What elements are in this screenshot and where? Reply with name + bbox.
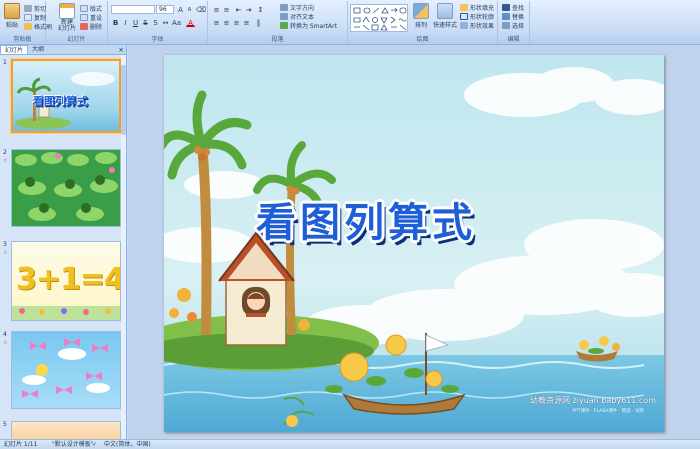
slide-editing-area: 看图列算式 幼教资源网 ziyuan.baby611.com PPT课件 · F… <box>128 45 700 439</box>
smartart-icon <box>280 22 288 29</box>
new-slide-icon <box>59 3 75 19</box>
quick-styles-icon <box>437 3 453 19</box>
tab-outline[interactable]: 大纲 <box>28 45 48 54</box>
reset-button[interactable]: 重设 <box>80 13 102 22</box>
paste-icon <box>4 3 20 19</box>
delete-icon <box>80 23 88 30</box>
drawing-label: 绘图 <box>416 36 429 43</box>
animation-star-icon: ☆ <box>3 250 8 256</box>
slides-label: 幻灯片 <box>67 36 86 43</box>
slide-count: 幻灯片 1/11 <box>4 441 38 448</box>
align-left-button[interactable]: ≡ <box>212 18 221 27</box>
slide-title[interactable]: 看图列算式 <box>256 190 476 248</box>
language-status: 中文(简体，中国) <box>104 441 151 448</box>
spacing-button[interactable]: ↔ <box>161 18 170 27</box>
pane-scrollbar[interactable] <box>121 55 126 439</box>
font-size-combo[interactable]: 96 <box>156 5 174 14</box>
replace-icon <box>502 13 510 20</box>
shape-fill-button[interactable]: 形状填充 <box>460 3 494 12</box>
shape-outline-button[interactable]: 形状轮廓 <box>460 12 494 21</box>
cut-button[interactable]: 剪切 <box>24 4 46 13</box>
watermark-subtext: PPT课件 · FLASH课件 · 教案 · 试卷 <box>572 409 644 414</box>
theme-name: "默认设计模板" <box>52 441 94 448</box>
thumbnail-2-art <box>12 150 120 226</box>
grow-font-button[interactable]: A <box>176 5 185 14</box>
pane-tabs: 幻灯片 大纲 × <box>0 45 126 55</box>
animation-star-icon: ☆ <box>3 158 8 164</box>
copy-button[interactable]: 复制 <box>24 13 46 22</box>
thumbnail-3-flowers <box>12 306 120 320</box>
select-button[interactable]: 选择 <box>502 21 524 30</box>
line-spacing-button[interactable]: ↕ <box>256 5 265 14</box>
spellcheck-icon: ✓ <box>92 441 98 448</box>
font-color-button[interactable]: A <box>186 18 195 27</box>
fill-icon <box>460 4 468 11</box>
arrange-icon <box>413 3 429 19</box>
animation-star-icon: ☆ <box>3 340 8 346</box>
text-direction-icon <box>280 4 288 11</box>
text-direction-button[interactable]: 文字方向 <box>280 3 314 12</box>
find-button[interactable]: 查找 <box>502 3 524 12</box>
layout-button[interactable]: 版式 <box>80 4 102 13</box>
numbering-button[interactable]: ≡ <box>222 5 231 14</box>
delete-slide-button[interactable]: 删除 <box>80 22 102 31</box>
shapes-gallery[interactable] <box>350 4 408 32</box>
current-slide[interactable]: 看图列算式 幼教资源网 ziyuan.baby611.com PPT课件 · F… <box>164 55 664 432</box>
slides-group: 新建 幻灯片 版式 重设 删除 幻灯片 <box>46 1 108 44</box>
pane-scroll-thumb[interactable] <box>121 65 126 135</box>
paste-button[interactable]: 粘贴 <box>1 3 23 29</box>
quick-styles-button[interactable]: 快速样式 <box>432 3 458 29</box>
thumbnail-4-art <box>22 338 110 398</box>
change-case-button[interactable]: Aa <box>171 18 181 27</box>
drawing-group: 排列 快速样式 形状填充 形状轮廓 形状效果 绘图 <box>348 1 498 44</box>
italic-button[interactable]: I <box>121 18 130 27</box>
shadow-button[interactable]: S <box>151 18 160 27</box>
bullets-button[interactable]: ≡ <box>212 5 221 14</box>
decrease-indent-button[interactable]: ⇤ <box>234 5 243 14</box>
smartart-button[interactable]: 转换为 SmartArt <box>280 21 337 30</box>
effects-icon <box>460 22 468 29</box>
align-text-icon <box>280 13 288 20</box>
bold-button[interactable]: B <box>111 18 120 27</box>
clipboard-label: 剪贴板 <box>13 36 32 43</box>
columns-button[interactable]: ‖ <box>254 18 263 27</box>
close-icon[interactable]: × <box>118 45 124 54</box>
shape-effects-button[interactable]: 形状效果 <box>460 21 494 30</box>
reset-icon <box>80 14 88 21</box>
font-group: 96 A A ⌫ B I U S S ↔ Aa A 字体 <box>108 1 208 44</box>
slide-pane: 幻灯片 大纲 × 1 看图列算式 2 ☆ 3 ☆ 3+1=4 4 ☆ 5 <box>0 45 127 441</box>
scissors-icon <box>24 5 32 12</box>
underline-button[interactable]: U <box>131 18 140 27</box>
strikethrough-button[interactable]: S <box>141 18 150 27</box>
shrink-font-button[interactable]: A <box>185 5 194 14</box>
align-right-button[interactable]: ≡ <box>232 18 241 27</box>
justify-button[interactable]: ≡ <box>242 18 251 27</box>
font-name-combo[interactable] <box>111 5 155 14</box>
clipboard-group: 粘贴 剪切 复制 格式刷 剪贴板 <box>0 1 52 44</box>
outline-icon <box>460 13 468 20</box>
increase-indent-button[interactable]: ⇥ <box>244 5 253 14</box>
paragraph-label: 段落 <box>271 36 284 43</box>
tab-slides[interactable]: 幻灯片 <box>0 45 29 54</box>
arrange-button[interactable]: 排列 <box>410 3 432 29</box>
thumbnail-1-title: 看图列算式 <box>33 95 88 108</box>
paragraph-group: ≡ ≡ ⇤ ⇥ ↕ ≡ ≡ ≡ ≡ ‖ 文字方向 对齐文本 转换为 SmartA… <box>208 1 348 44</box>
layout-icon <box>80 5 88 12</box>
align-text-button[interactable]: 对齐文本 <box>280 12 314 21</box>
watermark-text: 幼教资源网 ziyuan.baby611.com <box>530 396 656 405</box>
binoculars-icon <box>502 4 510 11</box>
thumbnail-3-equation: 3+1=4 <box>16 262 121 297</box>
align-center-button[interactable]: ≡ <box>222 18 231 27</box>
editing-label: 编辑 <box>507 36 520 43</box>
ribbon: 粘贴 剪切 复制 格式刷 剪贴板 新建 幻灯片 版式 重设 删除 幻灯片 96 … <box>0 0 700 45</box>
copy-icon <box>24 14 32 21</box>
brush-icon <box>24 23 32 30</box>
replace-button[interactable]: 替换 <box>502 12 524 21</box>
cursor-icon <box>502 22 510 29</box>
status-bar: 幻灯片 1/11 "默认设计模板" ✓ 中文(简体，中国) <box>0 439 700 449</box>
font-label: 字体 <box>151 36 164 43</box>
clear-format-button[interactable]: ⌫ <box>195 5 206 14</box>
new-slide-button[interactable]: 新建 幻灯片 <box>54 3 80 32</box>
editing-group: 查找 替换 选择 编辑 <box>498 1 530 44</box>
